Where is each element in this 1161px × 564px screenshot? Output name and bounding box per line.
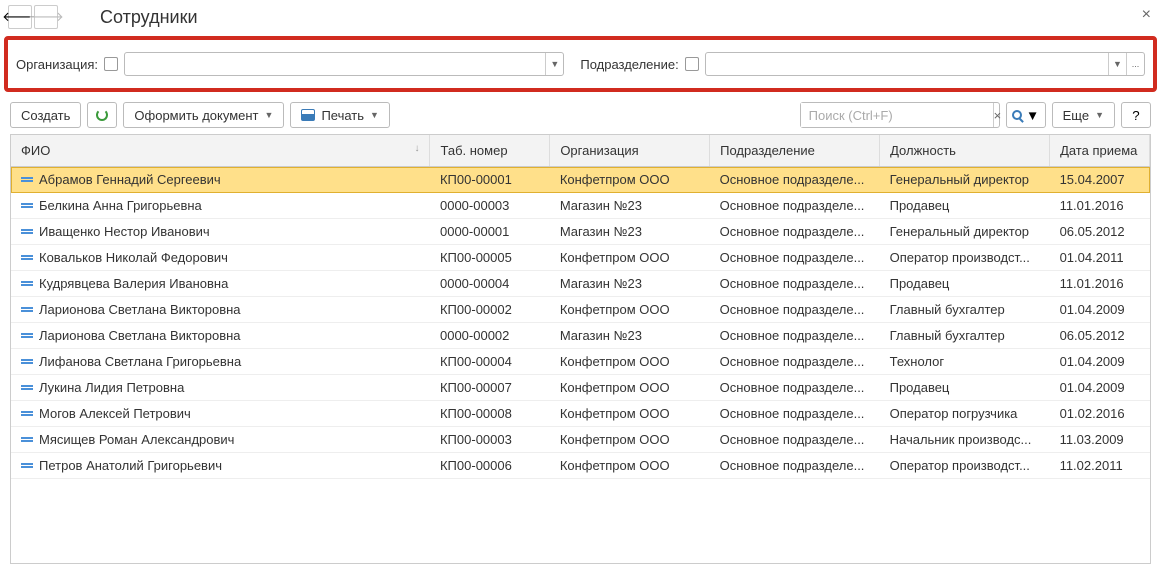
row-icon	[21, 411, 33, 419]
table-row[interactable]: Петров Анатолий ГригорьевичКП00-00006Кон…	[11, 453, 1150, 479]
col-header-date[interactable]: Дата приема	[1050, 135, 1150, 167]
create-button[interactable]: Создать	[10, 102, 81, 128]
row-icon	[21, 255, 33, 263]
print-icon	[301, 109, 315, 121]
table-row[interactable]: Ларионова Светлана Викторовна0000-00002М…	[11, 323, 1150, 349]
table-row[interactable]: Лукина Лидия ПетровнаКП00-00007Конфетпро…	[11, 375, 1150, 401]
org-filter-value[interactable]	[125, 53, 545, 75]
row-icon	[21, 229, 33, 237]
help-label: ?	[1132, 108, 1139, 123]
help-button[interactable]: ?	[1121, 102, 1151, 128]
org-filter-checkbox[interactable]	[104, 57, 118, 71]
row-icon	[21, 307, 33, 315]
dept-filter-label: Подразделение:	[580, 57, 678, 72]
forward-button[interactable]: 🡒	[34, 5, 58, 29]
row-icon	[21, 177, 33, 185]
form-document-label: Оформить документ	[134, 108, 258, 123]
table-row[interactable]: Лифанова Светлана ГригорьевнаКП00-00004К…	[11, 349, 1150, 375]
table-row[interactable]: Иващенко Нестор Иванович0000-00001Магази…	[11, 219, 1150, 245]
col-header-org[interactable]: Организация	[550, 135, 710, 167]
sort-indicator: ↓	[414, 143, 419, 154]
table-row[interactable]: Белкина Анна Григорьевна0000-00003Магази…	[11, 193, 1150, 219]
toolbar: Создать Оформить документ ▼ Печать ▼ × ▼…	[0, 96, 1161, 134]
row-icon	[21, 463, 33, 471]
col-header-pos[interactable]: Должность	[880, 135, 1050, 167]
employee-table: ФИО ↓ Таб. номер Организация Подразделен…	[11, 135, 1150, 479]
table-row[interactable]: Кудрявцева Валерия Ивановна0000-00004Маг…	[11, 271, 1150, 297]
search-icon	[1012, 110, 1022, 120]
col-header-tab[interactable]: Таб. номер	[430, 135, 550, 167]
row-icon	[21, 437, 33, 445]
row-icon	[21, 385, 33, 393]
close-button[interactable]: ×	[1142, 6, 1151, 24]
create-label: Создать	[21, 108, 70, 123]
print-button[interactable]: Печать ▼	[290, 102, 390, 128]
refresh-icon	[96, 109, 108, 121]
chevron-down-icon: ▼	[265, 110, 274, 120]
table-row[interactable]: Абрамов Геннадий СергеевичКП00-00001Конф…	[11, 167, 1150, 193]
table-row[interactable]: Мясищев Роман АлександровичКП00-00003Кон…	[11, 427, 1150, 453]
chevron-down-icon: ▼	[1026, 108, 1039, 123]
col-header-fio[interactable]: ФИО ↓	[11, 135, 430, 167]
filter-panel: Организация: ▼ Подразделение: ▼ ...	[4, 36, 1157, 92]
dept-filter-input[interactable]: ▼ ...	[705, 52, 1145, 76]
employee-table-wrap: ФИО ↓ Таб. номер Организация Подразделен…	[10, 134, 1151, 564]
chevron-down-icon: ▼	[370, 110, 379, 120]
print-label: Печать	[321, 108, 364, 123]
dept-filter-ellipsis[interactable]: ...	[1126, 53, 1144, 75]
table-row[interactable]: Могов Алексей ПетровичКП00-00008Конфетпр…	[11, 401, 1150, 427]
form-document-button[interactable]: Оформить документ ▼	[123, 102, 284, 128]
search-button[interactable]: ▼	[1006, 102, 1046, 128]
org-filter-dropdown[interactable]: ▼	[545, 53, 563, 75]
row-icon	[21, 333, 33, 341]
more-label: Еще	[1063, 108, 1089, 123]
table-row[interactable]: Ларионова Светлана ВикторовнаКП00-00002К…	[11, 297, 1150, 323]
search-clear[interactable]: ×	[993, 103, 1002, 127]
search-input[interactable]	[801, 103, 993, 127]
page-title: Сотрудники	[100, 7, 198, 28]
row-icon	[21, 281, 33, 289]
col-header-dept[interactable]: Подразделение	[710, 135, 880, 167]
refresh-button[interactable]	[87, 102, 117, 128]
chevron-down-icon: ▼	[1095, 110, 1104, 120]
row-icon	[21, 359, 33, 367]
search-box[interactable]: ×	[800, 102, 1000, 128]
dept-filter-dropdown[interactable]: ▼	[1108, 53, 1126, 75]
org-filter-label: Организация:	[16, 57, 98, 72]
dept-filter-value[interactable]	[706, 53, 1108, 75]
org-filter-input[interactable]: ▼	[124, 52, 564, 76]
dept-filter-checkbox[interactable]	[685, 57, 699, 71]
more-button[interactable]: Еще ▼	[1052, 102, 1115, 128]
table-row[interactable]: Ковальков Николай ФедоровичКП00-00005Кон…	[11, 245, 1150, 271]
row-icon	[21, 203, 33, 211]
